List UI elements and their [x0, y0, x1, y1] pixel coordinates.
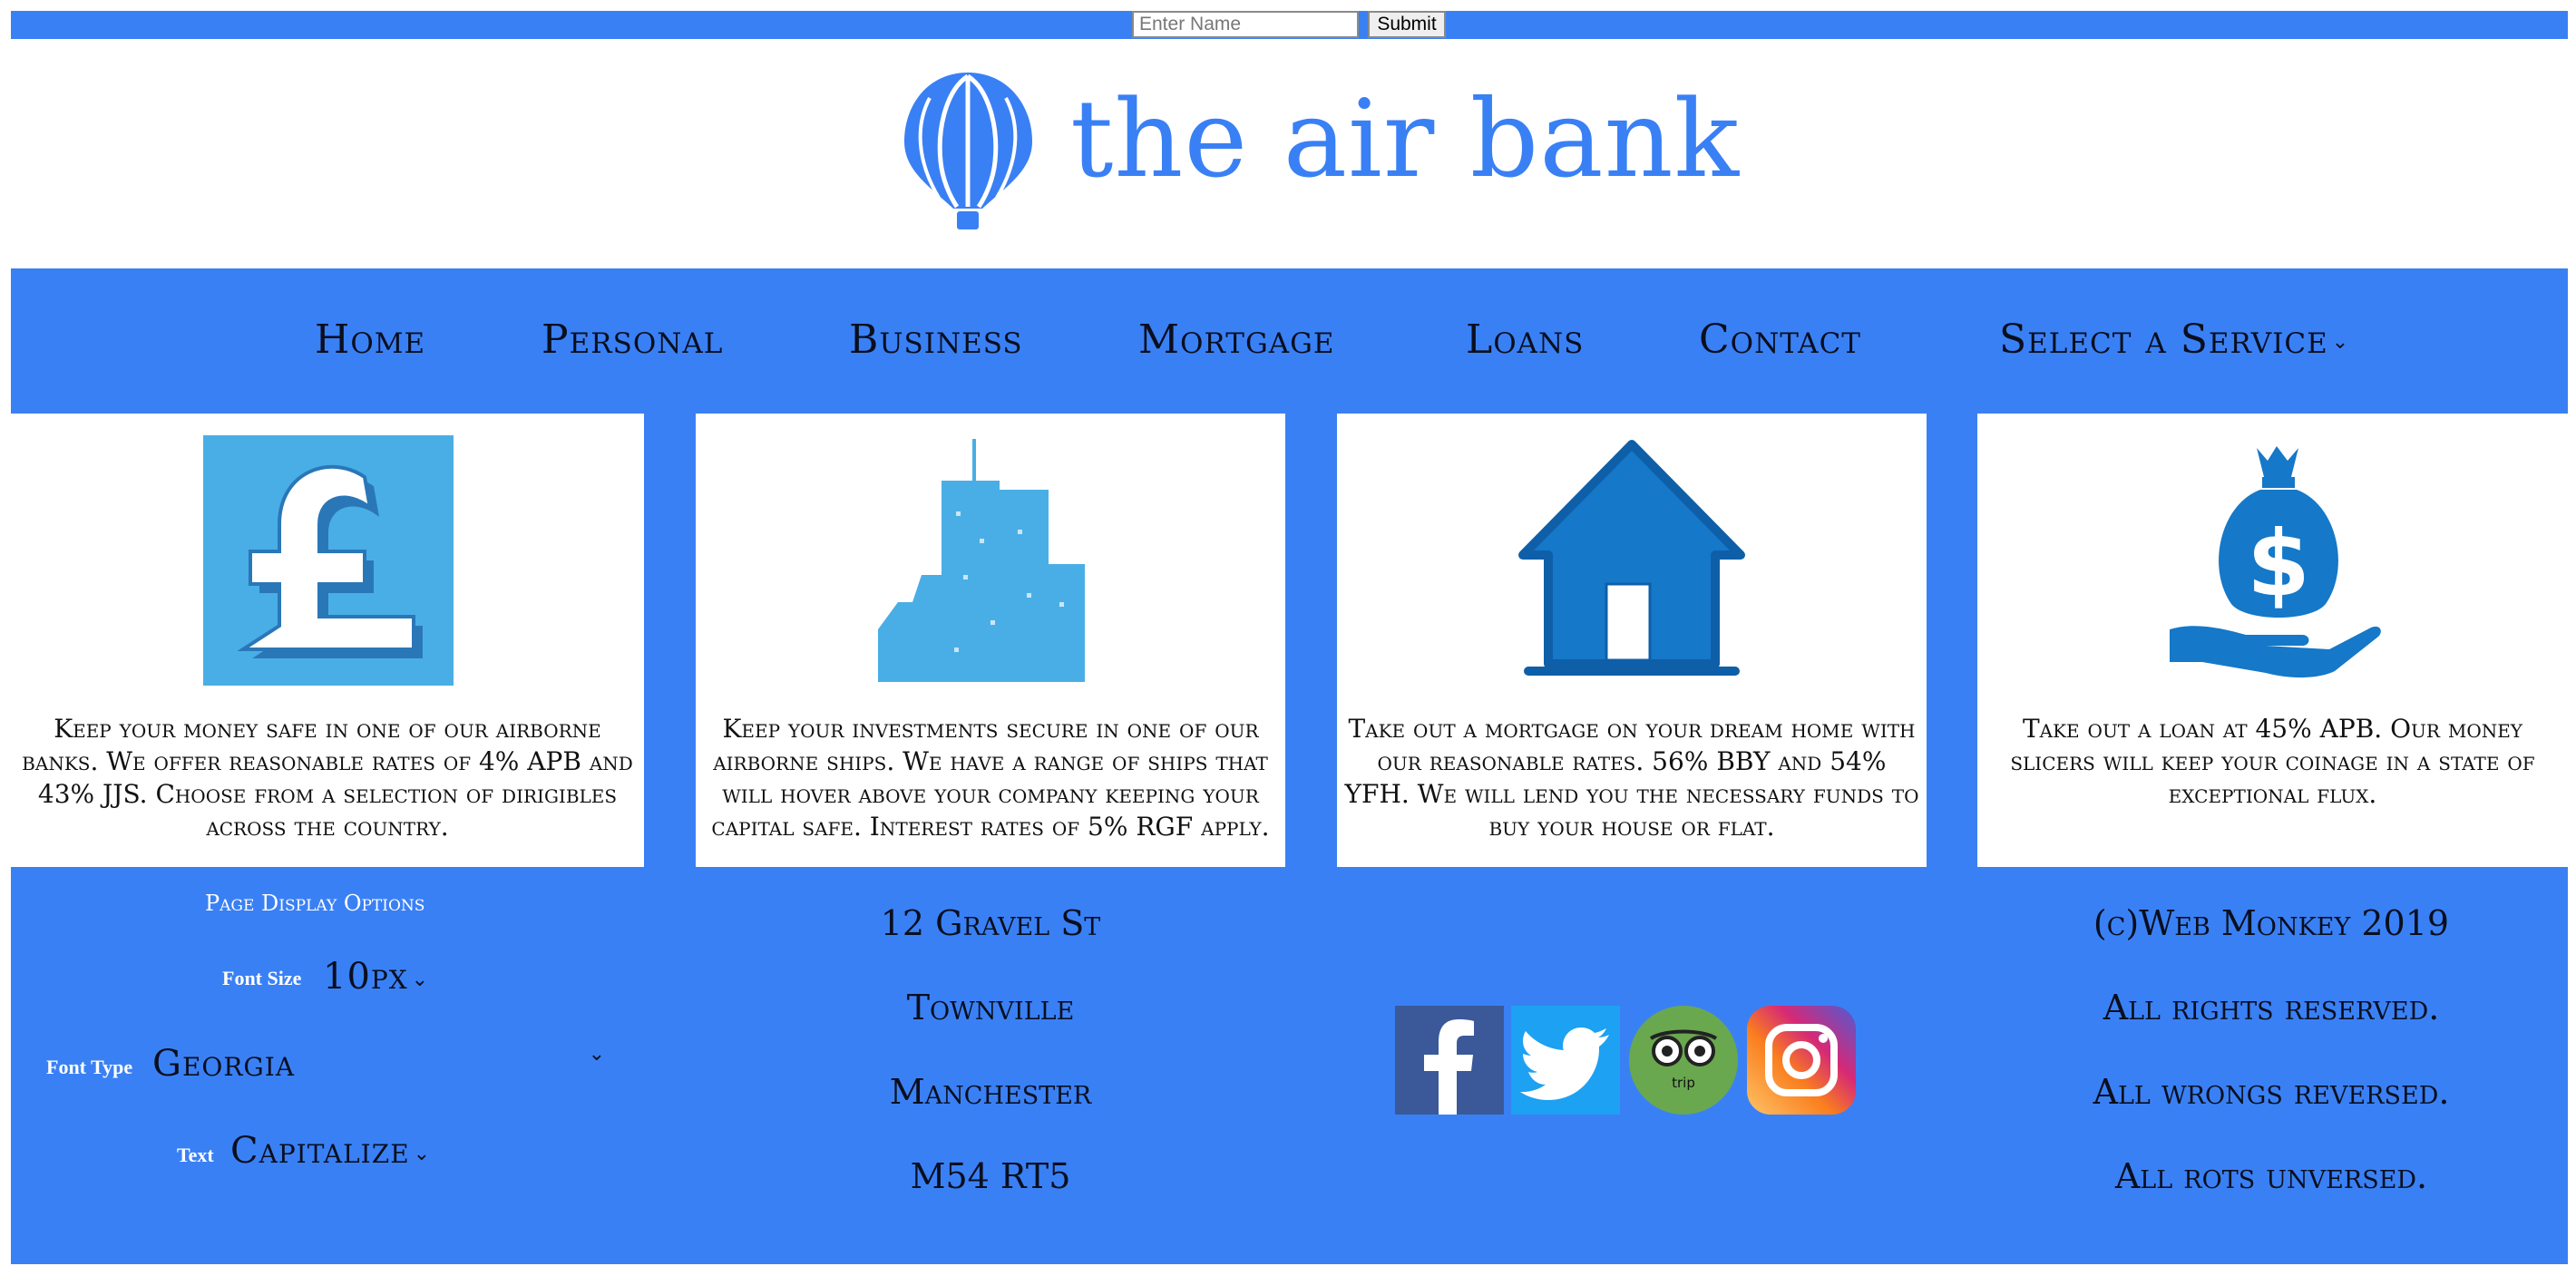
- chevron-down-icon: ⌄: [588, 1043, 606, 1066]
- submit-button[interactable]: Submit: [1368, 11, 1446, 38]
- money-bag-hand-icon: $: [2170, 446, 2381, 678]
- display-options-title: Page Display Options: [205, 891, 425, 916]
- address-postcode: M54 RT5: [910, 1156, 1071, 1196]
- instagram-icon[interactable]: [1747, 1006, 1856, 1115]
- font-size-select[interactable]: 10px ⌄: [323, 956, 429, 998]
- nav-item-contact[interactable]: Contact: [1699, 308, 1861, 372]
- card-text: Take out a mortgage on your dream home w…: [1344, 714, 1919, 842]
- service-select-label: Select a Service: [1999, 316, 2328, 363]
- nav-item-home[interactable]: Home: [315, 308, 425, 372]
- card-text: Keep your money safe in one of our airbo…: [22, 714, 633, 842]
- nav-item-business[interactable]: Business: [849, 308, 1023, 372]
- card-personal: Keep your money safe in one of our airbo…: [11, 414, 644, 867]
- card-business: Keep your investments secure in one of o…: [696, 414, 1285, 867]
- text-transform-select[interactable]: Capitalize ⌄: [230, 1130, 431, 1172]
- copyright-text: (c)Web Monkey 2019: [2093, 903, 2450, 943]
- chevron-down-icon: ⌄: [2331, 330, 2350, 354]
- chevron-down-icon: ⌄: [413, 1142, 432, 1165]
- skyscraper-icon: [878, 439, 1085, 682]
- svg-text:trip: trip: [1672, 1075, 1695, 1091]
- legal-line: All rights reserved.: [2103, 988, 2440, 1027]
- card-loans: $ Take out a loan at 45% APB. Our money …: [1977, 414, 2568, 867]
- chevron-down-icon: ⌄: [411, 968, 430, 991]
- font-size-value: 10px: [323, 956, 408, 998]
- pound-sign-icon: [203, 435, 454, 686]
- name-input[interactable]: [1132, 11, 1359, 38]
- address-city: Manchester: [889, 1072, 1092, 1112]
- nav-item-loans[interactable]: Loans: [1466, 308, 1584, 372]
- svg-text:$: $: [2247, 511, 2310, 617]
- twitter-icon[interactable]: [1511, 1006, 1620, 1115]
- service-select[interactable]: Select a Service ⌄: [1999, 308, 2349, 375]
- address-street: 12 Gravel St: [880, 903, 1101, 943]
- nav-item-personal[interactable]: Personal: [542, 308, 723, 372]
- font-type-select[interactable]: Georgia ⌄: [152, 1043, 606, 1085]
- card-mortgage: Take out a mortgage on your dream home w…: [1337, 414, 1927, 867]
- facebook-icon[interactable]: [1395, 1006, 1504, 1115]
- hot-air-balloon-icon: [904, 73, 1032, 229]
- legal-line: All wrongs reversed.: [2093, 1072, 2450, 1112]
- font-type-label: Font Type: [46, 1056, 133, 1078]
- card-text: Take out a loan at 45% APB. Our money sl…: [2010, 714, 2535, 809]
- font-type-value: Georgia: [152, 1043, 296, 1085]
- house-icon: [1518, 440, 1745, 676]
- text-transform-value: Capitalize: [230, 1130, 410, 1172]
- nav-item-mortgage[interactable]: Mortgage: [1138, 308, 1334, 372]
- text-label: Text: [177, 1144, 214, 1166]
- address-town: Townville: [906, 988, 1075, 1027]
- tripadvisor-icon[interactable]: trip: [1629, 1006, 1738, 1115]
- logo-text[interactable]: the air bank: [1070, 71, 1740, 207]
- card-text: Keep your investments secure in one of o…: [711, 714, 1270, 842]
- font-size-label: Font Size: [222, 967, 302, 989]
- legal-line: All rots unversed.: [2114, 1156, 2428, 1196]
